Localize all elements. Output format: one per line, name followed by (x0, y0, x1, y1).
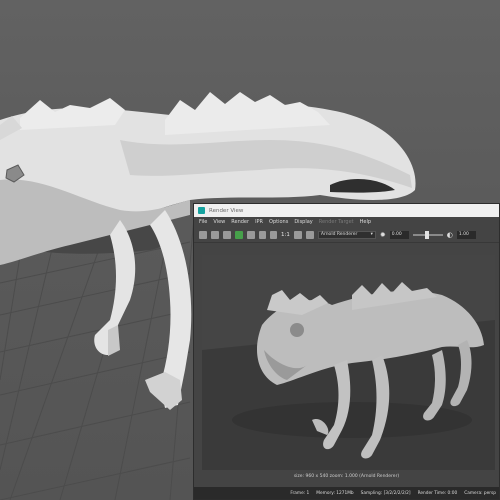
render-status-bar: Frame: 1 Memory: 1271Mb Sampling: [3/2/2… (194, 487, 499, 499)
slider-thumb[interactable] (424, 230, 429, 239)
menu-render[interactable]: Render (231, 219, 249, 225)
render-icon[interactable] (199, 230, 207, 239)
renderer-label: Arnold Renderer (320, 232, 358, 237)
rendered-image (202, 255, 495, 470)
status-render-time: Render Time: 0:00 (417, 490, 458, 496)
status-sampling: Sampling: [3/2/2/2/2/2] (360, 490, 411, 496)
renderer-dropdown[interactable]: Arnold Renderer ▾ (317, 230, 376, 239)
menu-help[interactable]: Help (360, 219, 371, 225)
chevron-down-icon: ▾ (370, 232, 373, 237)
maya-app-icon (198, 207, 205, 214)
region-icon[interactable] (247, 230, 255, 239)
snapshot-icon[interactable] (223, 230, 231, 239)
status-camera: Camera: persp (464, 490, 496, 496)
menu-ipr[interactable]: IPR (255, 219, 263, 225)
gamma-field[interactable]: 1.00 (456, 230, 476, 239)
render-view-titlebar[interactable]: Render View (194, 204, 499, 217)
exposure-slider[interactable] (412, 230, 443, 239)
rgb-icon[interactable] (259, 230, 266, 239)
refresh-icon[interactable] (235, 230, 243, 239)
render-size-info: size: 960 x 540 zoom: 1.000 (Arnold Rend… (293, 474, 400, 479)
ratio-button[interactable]: 1:1 (281, 232, 290, 238)
render-canvas[interactable] (202, 255, 495, 470)
exposure-icon: ✹ (379, 230, 386, 239)
gamma-icon: ◐ (446, 230, 453, 239)
render-toolbar: 1:1 Arnold Renderer ▾ ✹ 0.00 ◐ 1.00 (194, 227, 499, 243)
status-frame: Frame: 1 (290, 490, 310, 496)
menu-display[interactable]: Display (294, 219, 312, 225)
ipr-icon[interactable] (211, 230, 219, 239)
menu-options[interactable]: Options (269, 219, 288, 225)
menu-bar: File View Render IPR Options Display Ren… (194, 217, 499, 227)
menu-file[interactable]: File (199, 219, 207, 225)
menu-view[interactable]: View (213, 219, 225, 225)
exposure-field[interactable]: 0.00 (389, 230, 409, 239)
render-view-window[interactable]: Render View File View Render IPR Options… (193, 203, 500, 500)
status-memory: Memory: 1271Mb (316, 490, 354, 496)
keep-image-icon[interactable] (270, 230, 277, 239)
window-title: Render View (209, 207, 244, 214)
fit-frame-icon[interactable] (293, 230, 302, 239)
menu-render-target: Render Target (318, 219, 354, 225)
color-management-icon[interactable] (305, 230, 314, 239)
